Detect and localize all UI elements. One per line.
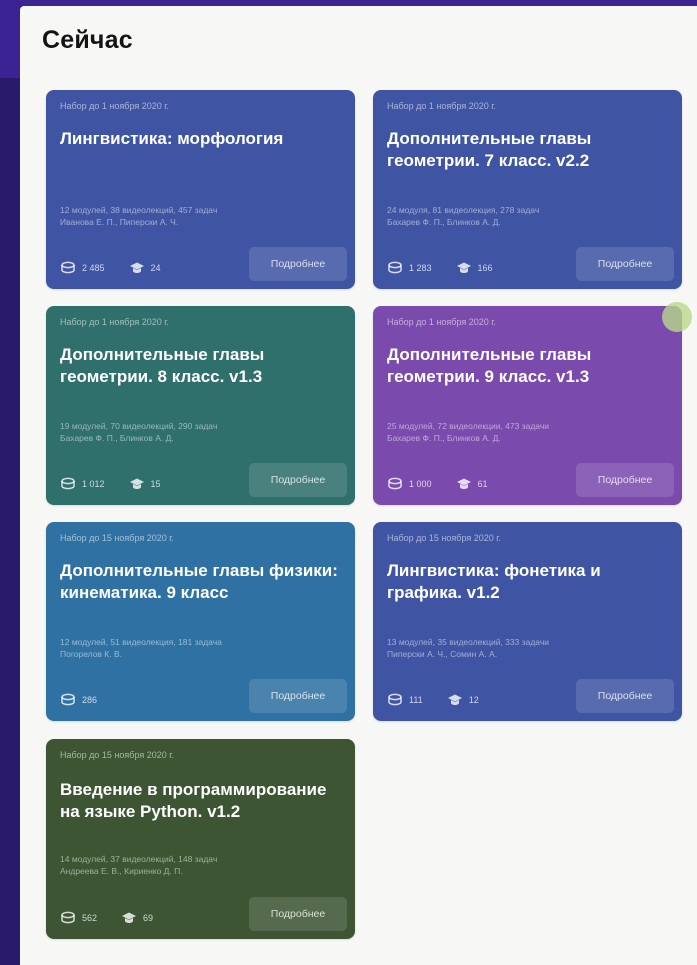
graduation-cap-icon: [129, 477, 145, 491]
scroll-indicator[interactable]: [662, 302, 692, 332]
course-stats-text: 12 модулей, 51 видеолекция, 181 задача: [60, 637, 222, 647]
students-count: 1 012: [82, 479, 105, 489]
course-card[interactable]: Набор до 1 ноября 2020 г. Дополнительные…: [373, 306, 682, 505]
course-authors: Бахарев Ф. П., Блинков А. Д.: [387, 217, 501, 227]
students-count: 1 000: [409, 479, 432, 489]
course-authors: Бахарев Ф. П., Блинков А. Д.: [387, 433, 501, 443]
enrollment-deadline: Набор до 15 ноября 2020 г.: [60, 750, 174, 760]
students-count: 562: [82, 913, 98, 923]
course-meta: 14 модулей, 37 видеолекций, 148 задач Ан…: [60, 853, 341, 877]
course-title: Дополнительные главы геометрии. 7 класс.…: [387, 129, 592, 170]
course-stats: 1 283 166: [387, 261, 511, 275]
course-stats-text: 25 модулей, 72 видеолекции, 473 задачи: [387, 421, 550, 431]
details-button[interactable]: Подробнее: [576, 679, 674, 713]
students-count: 2 485: [82, 263, 105, 273]
details-button[interactable]: Подробнее: [249, 897, 347, 931]
details-button[interactable]: Подробнее: [249, 679, 347, 713]
students-icon: [60, 693, 76, 707]
course-title: Введение в программирование на языке Pyt…: [60, 780, 327, 821]
course-card[interactable]: Набор до 1 ноября 2020 г. Дополнительные…: [373, 90, 682, 289]
details-button[interactable]: Подробнее: [249, 247, 347, 281]
graduation-cap-icon: [129, 261, 145, 275]
course-authors: Бахарев Ф. П., Блинков А. Д.: [60, 433, 174, 443]
course-title: Дополнительные главы геометрии. 9 класс.…: [387, 345, 592, 386]
details-button[interactable]: Подробнее: [576, 463, 674, 497]
course-stats: 1 000 61: [387, 477, 506, 491]
graduates-count: 69: [143, 913, 154, 923]
graduates-count: 15: [150, 479, 161, 489]
graduation-cap-icon: [456, 261, 472, 275]
course-title: Дополнительные главы геометрии. 8 класс.…: [60, 345, 265, 386]
students-icon: [60, 911, 76, 925]
course-meta: 12 модулей, 51 видеолекция, 181 задача П…: [60, 636, 341, 660]
students-icon: [387, 693, 403, 707]
course-meta: 12 модулей, 38 видеолекций, 457 задач Ив…: [60, 204, 341, 228]
graduation-cap-icon: [447, 693, 463, 707]
course-card[interactable]: Набор до 1 ноября 2020 г. Лингвистика: м…: [46, 90, 355, 289]
page-title: Сейчас: [42, 26, 133, 54]
course-stats-text: 19 модулей, 70 видеолекций, 290 задач: [60, 421, 218, 431]
course-stats: 562 69: [60, 911, 171, 925]
students-count: 1 283: [409, 263, 432, 273]
course-card[interactable]: Набор до 1 ноября 2020 г. Дополнительные…: [46, 306, 355, 505]
course-title: Лингвистика: морфология: [60, 129, 284, 148]
enrollment-deadline: Набор до 15 ноября 2020 г.: [60, 533, 174, 543]
course-meta: 25 модулей, 72 видеолекции, 473 задачи Б…: [387, 420, 668, 444]
graduates-count: 24: [150, 263, 161, 273]
enrollment-deadline: Набор до 1 ноября 2020 г.: [387, 101, 496, 111]
enrollment-deadline: Набор до 1 ноября 2020 г.: [387, 317, 496, 327]
course-stats: 286: [60, 693, 115, 707]
side-accent: [0, 6, 20, 78]
graduates-count: 12: [468, 695, 479, 705]
course-authors: Иванова Е. П., Пиперски А. Ч.: [60, 217, 179, 227]
course-stats: 111 12: [387, 693, 497, 707]
course-title: Лингвистика: фонетика и графика. v1.2: [387, 561, 601, 602]
course-stats-text: 24 модуля, 81 видеолекция, 278 задач: [387, 205, 540, 215]
course-title: Дополнительные главы физики: кинематика.…: [60, 561, 338, 602]
students-count: 111: [409, 695, 423, 705]
graduation-cap-icon: [456, 477, 472, 491]
students-icon: [387, 477, 403, 491]
students-icon: [60, 477, 76, 491]
enrollment-deadline: Набор до 1 ноября 2020 г.: [60, 101, 169, 111]
course-meta: 19 модулей, 70 видеолекций, 290 задач Ба…: [60, 420, 341, 444]
course-stats: 1 012 15: [60, 477, 179, 491]
course-stats-text: 12 модулей, 38 видеолекций, 457 задач: [60, 205, 218, 215]
course-meta: 13 модулей, 35 видеолекций, 333 задачи П…: [387, 636, 668, 660]
course-authors: Погорелов К. В.: [60, 649, 123, 659]
course-authors: Андреева Е. В., Кириенко Д. П.: [60, 866, 183, 876]
enrollment-deadline: Набор до 1 ноября 2020 г.: [60, 317, 169, 327]
graduates-count: 61: [477, 479, 488, 489]
graduation-cap-icon: [121, 911, 137, 925]
course-stats: 2 485 24: [60, 261, 179, 275]
course-card[interactable]: Набор до 15 ноября 2020 г. Лингвистика: …: [373, 522, 682, 721]
course-authors: Пиперски А. Ч., Сомин А. А.: [387, 649, 498, 659]
students-icon: [387, 261, 403, 275]
students-count: 286: [82, 695, 98, 705]
enrollment-deadline: Набор до 15 ноября 2020 г.: [387, 533, 501, 543]
course-stats-text: 13 модулей, 35 видеолекций, 333 задачи: [387, 637, 550, 647]
graduates-count: 166: [477, 263, 493, 273]
students-icon: [60, 261, 76, 275]
details-button[interactable]: Подробнее: [576, 247, 674, 281]
course-card[interactable]: Набор до 15 ноября 2020 г. Введение в пр…: [46, 739, 355, 939]
course-meta: 24 модуля, 81 видеолекция, 278 задач Бах…: [387, 204, 668, 228]
details-button[interactable]: Подробнее: [249, 463, 347, 497]
course-stats-text: 14 модулей, 37 видеолекций, 148 задач: [60, 854, 218, 864]
course-card[interactable]: Набор до 15 ноября 2020 г. Дополнительны…: [46, 522, 355, 721]
